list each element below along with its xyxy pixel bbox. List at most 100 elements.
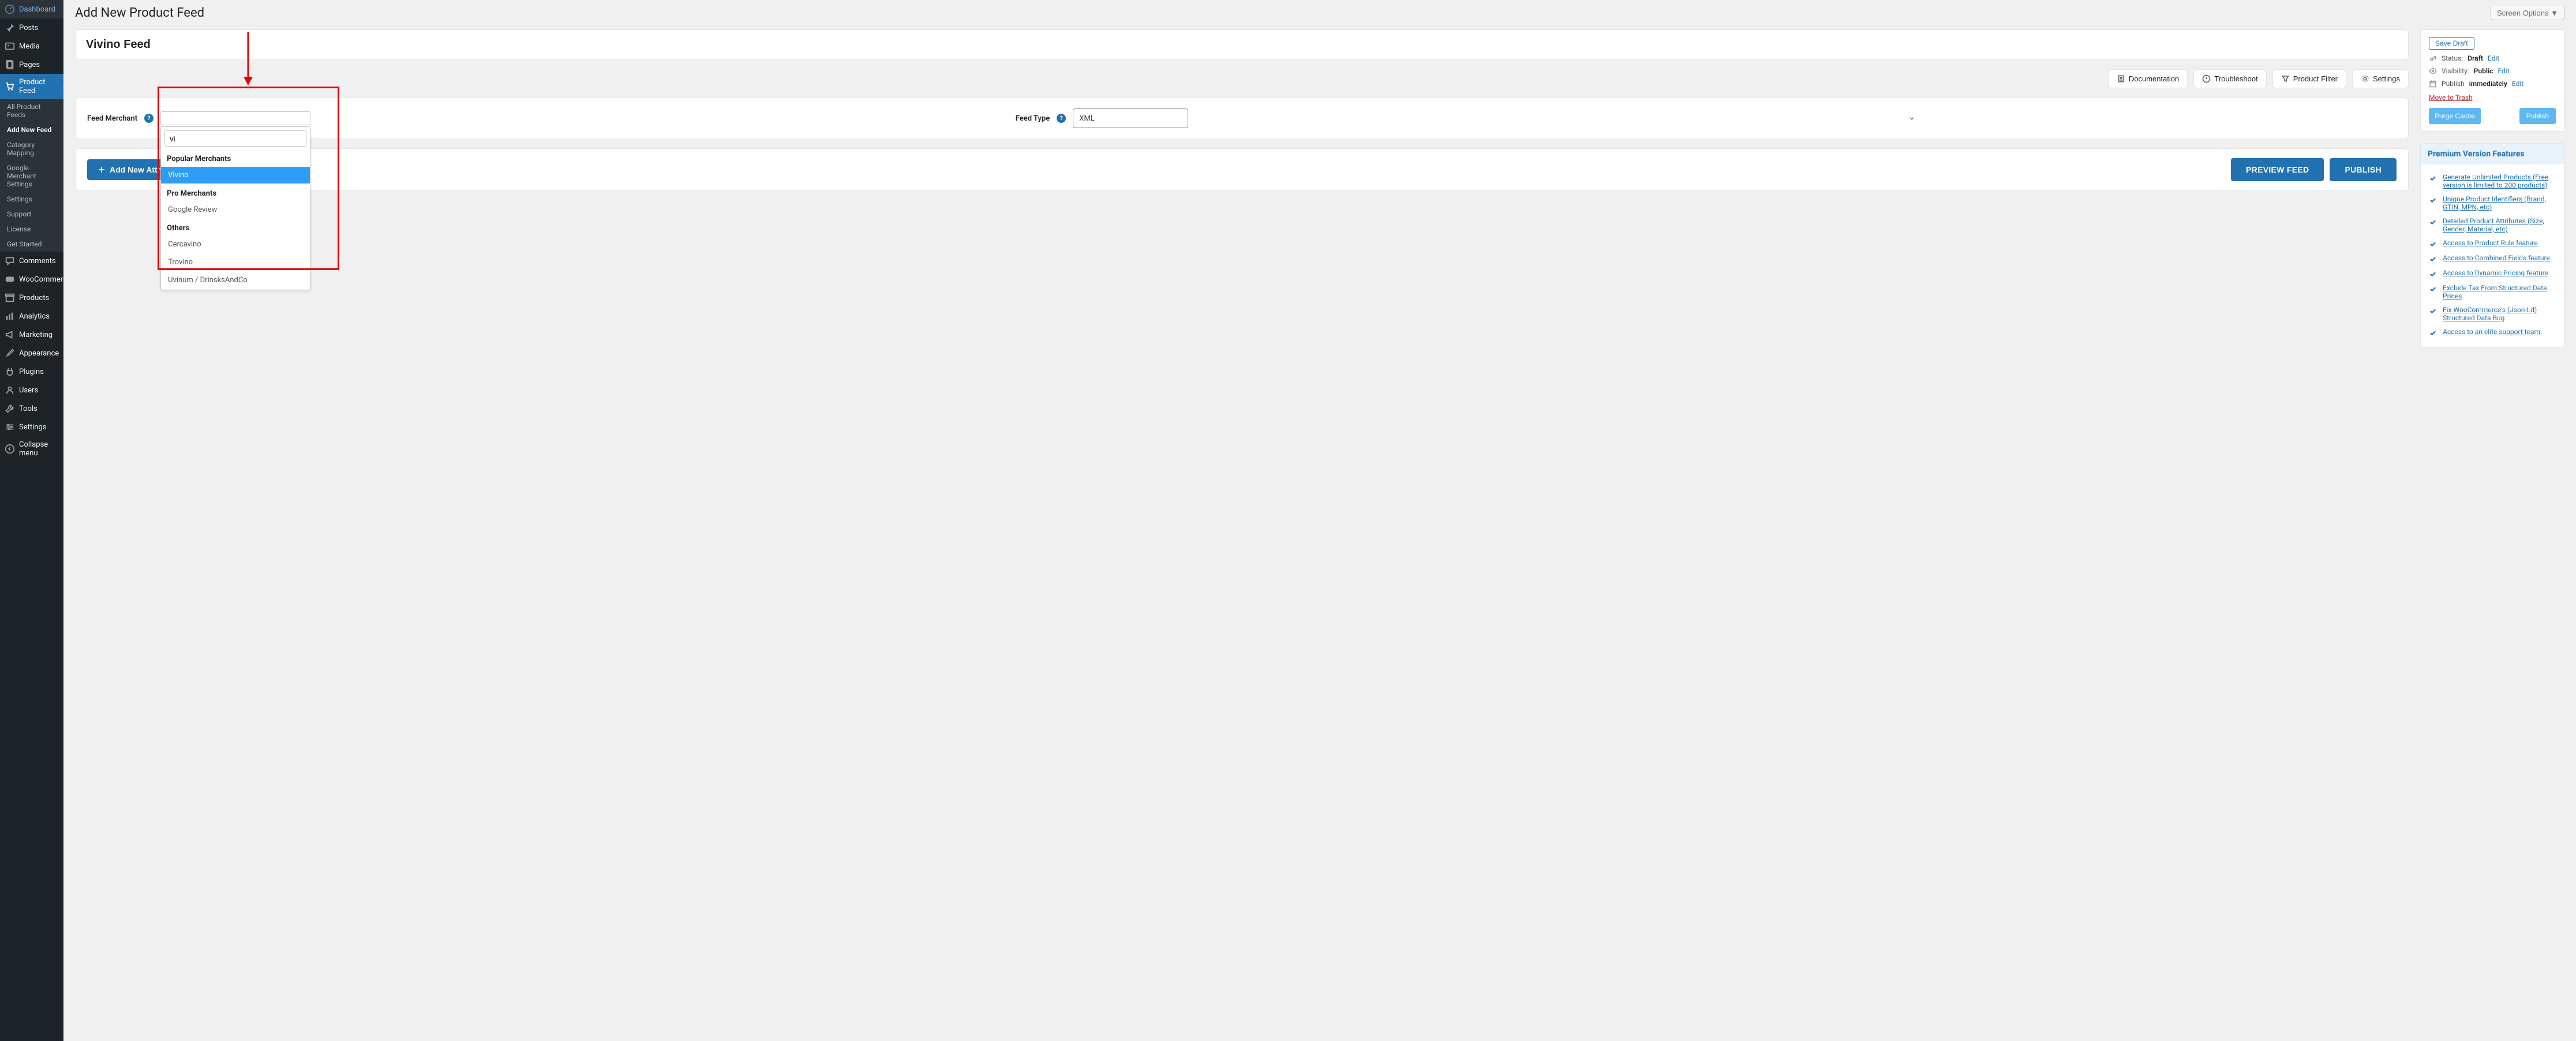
submenu-settings[interactable]: Settings [0, 192, 63, 207]
publish-label: Publish [2442, 80, 2465, 88]
check-icon [2429, 174, 2437, 189]
status-line: Status: Draft Edit [2429, 54, 2556, 62]
sidebar-label: Marketing [19, 331, 53, 339]
sidebar-label: Collapse menu [19, 440, 59, 458]
sidebar-item-tools[interactable]: Tools [0, 399, 63, 418]
sidebar-item-appearance[interactable]: Appearance [0, 344, 63, 362]
submenu-get-started[interactable]: Get Started [0, 237, 63, 252]
check-icon [2429, 240, 2437, 248]
documentation-button[interactable]: Documentation [2108, 69, 2188, 88]
feature-item: Access to an elite support team. [2429, 325, 2556, 340]
feature-link[interactable]: Fix WooCommerce's (Json-Ld) Structured D… [2443, 306, 2556, 322]
sidebar-item-users[interactable]: Users [0, 381, 63, 399]
sidebar-item-pages[interactable]: Pages [0, 55, 63, 74]
preview-feed-button[interactable]: PREVIEW FEED [2231, 158, 2324, 181]
sidebar-item-product-feed[interactable]: Product Feed [0, 74, 63, 99]
troubleshoot-button[interactable]: Troubleshoot [2193, 69, 2266, 88]
purge-cache-button[interactable]: Purge Cache [2429, 108, 2481, 124]
merchant-option-cercavino[interactable]: Cercavino [161, 236, 310, 253]
group-label: Others [161, 219, 310, 235]
feed-type-select[interactable]: XML [1073, 108, 1188, 128]
feature-link[interactable]: Access to Combined Fields feature [2443, 254, 2550, 263]
help-icon[interactable]: ? [144, 114, 153, 123]
sidebar-item-dashboard[interactable]: Dashboard [0, 0, 63, 18]
merchant-dropdown: Popular Merchants Vivino Pro Merchants G… [160, 126, 310, 290]
submenu-license[interactable]: License [0, 222, 63, 237]
product-filter-button[interactable]: Product Filter [2272, 69, 2346, 88]
gear-icon [2361, 74, 2369, 83]
publish-side-button[interactable]: Publish [2519, 108, 2556, 124]
main-content: Add New Product Feed Screen Options ▼ Do… [63, 0, 2576, 382]
feature-link[interactable]: Access to an elite support team. [2443, 328, 2542, 337]
submenu-all-feeds[interactable]: All Product Feeds [0, 99, 63, 122]
sidebar-item-media[interactable]: Media [0, 37, 63, 55]
check-icon [2429, 218, 2437, 233]
plug-icon [5, 366, 15, 377]
sidebar-label: WooCommerce [19, 275, 63, 284]
check-icon [2429, 196, 2437, 211]
sidebar-label: Comments [19, 257, 56, 265]
merchant-label: Feed Merchant [87, 114, 137, 123]
sidebar-label: Media [19, 42, 40, 51]
sidebar-item-comments[interactable]: Comments [0, 252, 63, 270]
sidebar-item-woocommerce[interactable]: WooCommerce [0, 270, 63, 289]
check-icon [2429, 307, 2437, 322]
sidebar-item-marketing[interactable]: Marketing [0, 325, 63, 344]
sidebar-label: Tools [19, 405, 38, 413]
edit-visibility-link[interactable]: Edit [2498, 67, 2509, 75]
submenu-support[interactable]: Support [0, 207, 63, 222]
premium-title: Premium Version Features [2421, 144, 2564, 164]
sidebar-item-posts[interactable]: Posts [0, 18, 63, 37]
submenu-add-new[interactable]: Add New Feed [0, 122, 63, 137]
dropdown-group-popular: Popular Merchants Vivino [161, 150, 310, 184]
visibility-line: Visibility: Public Edit [2429, 67, 2556, 75]
sidebar-label: Posts [19, 24, 38, 32]
dashboard-icon [5, 4, 15, 14]
premium-features-box: Premium Version Features Generate Unlimi… [2420, 143, 2564, 347]
feature-link[interactable]: Generate Unlimited Products (Free versio… [2443, 173, 2556, 189]
merchant-option-trovino[interactable]: Trovino [161, 254, 310, 271]
merchant-search-input[interactable] [164, 130, 306, 147]
megaphone-icon [5, 329, 15, 340]
feature-link[interactable]: Detailed Product Attributes (Size, Gende… [2443, 217, 2556, 233]
archive-icon [5, 293, 15, 303]
alert-icon [2202, 74, 2211, 83]
media-icon [5, 41, 15, 51]
feed-title-input[interactable] [76, 30, 2408, 59]
check-icon [2429, 329, 2437, 337]
feature-list: Generate Unlimited Products (Free versio… [2429, 170, 2556, 340]
edit-status-link[interactable]: Edit [2488, 54, 2499, 62]
sidebar-item-settings[interactable]: Settings [0, 418, 63, 436]
feature-link[interactable]: Exclude Tax From Structured Data Prices [2443, 284, 2556, 300]
sidebar-item-analytics[interactable]: Analytics [0, 307, 63, 325]
feature-link[interactable]: Unique Product Identifiers (Brand, GTIN,… [2443, 195, 2556, 211]
merchant-option-vivino[interactable]: Vivino [161, 167, 310, 184]
sidebar-item-plugins[interactable]: Plugins [0, 362, 63, 381]
move-to-trash-link[interactable]: Move to Trash [2429, 93, 2473, 102]
settings-button[interactable]: Settings [2352, 69, 2409, 88]
group-label: Pro Merchants [161, 185, 310, 200]
cart-icon [5, 81, 15, 92]
page-title: Add New Product Feed [75, 6, 204, 20]
eye-icon [2429, 67, 2437, 75]
edit-publish-link[interactable]: Edit [2512, 80, 2523, 88]
screen-options-button[interactable]: Screen Options ▼ [2491, 6, 2564, 20]
sidebar-item-products[interactable]: Products [0, 289, 63, 307]
visibility-label: Visibility: [2442, 67, 2469, 75]
feature-item: Access to Product Rule feature [2429, 236, 2556, 251]
merchant-option-google-review[interactable]: Google Review [161, 201, 310, 218]
submenu-category-mapping[interactable]: Category Mapping [0, 137, 63, 160]
sidebar-item-collapse[interactable]: Collapse menu [0, 436, 63, 462]
help-icon[interactable]: ? [1057, 114, 1066, 123]
check-icon [2429, 255, 2437, 263]
save-draft-button[interactable]: Save Draft [2429, 37, 2474, 50]
sidebar-label: Analytics [19, 312, 50, 321]
submenu-google-merchant[interactable]: Google Merchant Settings [0, 160, 63, 192]
merchant-select[interactable] [160, 111, 310, 125]
feature-link[interactable]: Access to Dynamic Pricing feature [2443, 269, 2548, 278]
group-label: Popular Merchants [161, 150, 310, 166]
publish-button[interactable]: PUBLISH [2330, 158, 2397, 181]
feature-link[interactable]: Access to Product Rule feature [2443, 239, 2538, 248]
tools-icon [5, 403, 15, 414]
merchant-option-uvinum[interactable]: Uvinum / DrinsksAndCo [161, 272, 310, 289]
